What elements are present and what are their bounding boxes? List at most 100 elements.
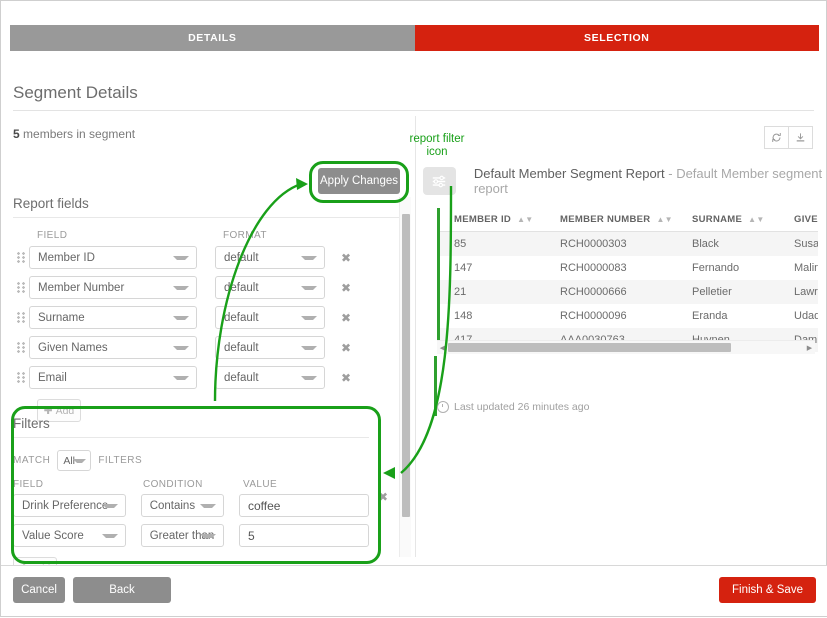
filter-field-select-1[interactable]: Value Score <box>13 524 126 547</box>
filter-value-input-1[interactable] <box>239 524 369 547</box>
back-label: Back <box>109 584 135 596</box>
drag-handle-icon[interactable] <box>13 309 29 327</box>
back-button[interactable]: Back <box>73 577 171 603</box>
drag-handle-icon[interactable] <box>13 339 29 357</box>
filters-title: Filters <box>13 416 50 431</box>
last-updated: Last updated 26 minutes ago <box>437 401 589 413</box>
chevron-down-icon <box>173 345 189 350</box>
format-select-4[interactable]: default <box>215 366 325 389</box>
format-select-1[interactable]: default <box>215 276 325 299</box>
filters-divider <box>13 437 369 438</box>
scroll-right-icon[interactable]: ▶ <box>804 344 815 352</box>
clock-icon <box>437 401 449 413</box>
cell-member-number: RCH0000666 <box>560 286 627 298</box>
last-updated-text: Last updated 26 minutes ago <box>454 401 590 413</box>
filters-column-headers: FIELD CONDITION VALUE <box>13 479 369 490</box>
filter-field-0-value: Drink Preference <box>22 499 109 512</box>
chevron-down-icon <box>101 533 118 538</box>
sort-icon: ▲▼ <box>656 214 673 224</box>
chevron-down-icon <box>173 255 189 260</box>
plus-icon: ✚ <box>43 404 53 417</box>
remove-field-icon[interactable]: ✖ <box>341 372 351 384</box>
column-header-given-names[interactable]: GIVEN NAMES▲▼ <box>780 208 818 232</box>
drag-handle-icon[interactable] <box>13 279 29 297</box>
cell-member-id: 147 <box>454 262 473 274</box>
refresh-icon[interactable] <box>764 126 789 149</box>
finish-save-button[interactable]: Finish & Save <box>719 577 816 603</box>
report-title-main: Default Member Segment Report <box>473 166 665 181</box>
report-field-row: Email default ✖ <box>13 366 401 389</box>
format-select-0-value: default <box>224 251 259 264</box>
cell-member-number: RCH0000303 <box>560 238 627 250</box>
remove-field-icon[interactable]: ✖ <box>341 252 351 264</box>
remove-field-icon[interactable]: ✖ <box>341 312 351 324</box>
cell-surname: Fernando <box>692 262 740 274</box>
table-row[interactable]: 147 RCH0000083 Fernando Malin m <box>440 256 818 280</box>
filter-col-condition: CONDITION <box>143 479 203 490</box>
table-horizontal-scrollbar[interactable]: ◀ ▶ <box>437 340 815 354</box>
cell-given-names: Lawrence <box>794 286 818 298</box>
report-field-row: Member Number default ✖ <box>13 276 401 299</box>
table-body: 85 RCH0000303 Black Susan su 147 RCH0000… <box>440 231 818 352</box>
cell-member-number: RCH0000096 <box>560 310 627 322</box>
table-row[interactable]: 148 RCH0000096 Eranda Udadeni er <box>440 304 818 328</box>
report-fields-divider <box>13 217 401 218</box>
table-row[interactable]: 85 RCH0000303 Black Susan su <box>440 231 818 256</box>
tab-selection-label: SELECTION <box>584 32 650 44</box>
drag-handle-icon[interactable] <box>13 369 29 387</box>
remove-filter-icon[interactable]: ✖ <box>378 490 388 504</box>
field-select-4[interactable]: Email <box>29 366 197 389</box>
scroll-left-icon[interactable]: ◀ <box>437 344 448 352</box>
report-fields-rows: Member ID default ✖ Member Number defaul… <box>13 246 401 389</box>
left-pane-scrollbar-thumb[interactable] <box>402 214 410 517</box>
application-window: DETAILS SELECTION Segment Details 5 memb… <box>0 0 827 617</box>
sort-icon: ▲▼ <box>517 214 534 224</box>
chevron-down-icon <box>301 255 317 260</box>
field-select-3[interactable]: Given Names <box>29 336 197 359</box>
format-select-3-value: default <box>224 341 259 354</box>
table-header-row: MEMBER ID ▲▼ MEMBER NUMBER ▲▼ SURNAME ▲▼ GI… <box>440 208 818 232</box>
column-header-member-id[interactable]: MEMBER ID ▲▼ <box>440 208 546 232</box>
field-select-0[interactable]: Member ID <box>29 246 197 269</box>
column-divider <box>415 116 416 557</box>
cancel-button[interactable]: Cancel <box>13 577 65 603</box>
filter-condition-select-1[interactable]: Greater than <box>140 524 224 547</box>
cell-surname: Black <box>692 238 719 250</box>
download-icon[interactable] <box>789 126 813 149</box>
chevron-down-icon <box>101 503 118 508</box>
column-header-surname[interactable]: SURNAME ▲▼ <box>678 208 780 232</box>
footer-bar: Cancel Back Finish & Save <box>1 565 827 616</box>
chevron-down-icon <box>173 285 189 290</box>
left-pane-scrollbar[interactable] <box>399 197 411 557</box>
report-field-row: Member ID default ✖ <box>13 246 401 269</box>
filter-value-input-0[interactable] <box>239 494 369 517</box>
remove-field-icon[interactable]: ✖ <box>341 342 351 354</box>
sort-icon: ▲▼ <box>748 214 765 224</box>
column-header-member-number[interactable]: MEMBER NUMBER ▲▼ <box>546 208 678 232</box>
sliders-filter-icon[interactable] <box>423 167 456 195</box>
apply-changes-button[interactable]: Apply Changes <box>318 168 400 194</box>
remove-field-icon[interactable]: ✖ <box>341 282 351 294</box>
filter-condition-select-0[interactable]: Contains <box>140 494 224 517</box>
field-select-2[interactable]: Surname <box>29 306 197 329</box>
table-horizontal-scrollbar-thumb[interactable] <box>448 343 731 352</box>
tab-details[interactable]: DETAILS <box>10 25 415 51</box>
tab-selection[interactable]: SELECTION <box>414 25 819 51</box>
chevron-down-icon <box>301 375 317 380</box>
filter-field-select-0[interactable]: Drink Preference <box>13 494 126 517</box>
report-field-row: Surname default ✖ <box>13 306 401 329</box>
field-select-1[interactable]: Member Number <box>29 276 197 299</box>
match-row: MATCH All FILTERS <box>13 450 369 471</box>
format-select-0[interactable]: default <box>215 246 325 269</box>
cell-given-names: Malin <box>794 262 818 274</box>
cell-member-number: RCH0000083 <box>560 262 627 274</box>
match-select[interactable]: All <box>57 450 92 471</box>
table-row[interactable]: 21 RCH0000666 Pelletier Lawrence la <box>440 280 818 304</box>
drag-handle-icon[interactable] <box>13 249 29 267</box>
cell-surname: Pelletier <box>692 286 732 298</box>
apply-changes-label: Apply Changes <box>320 175 398 187</box>
filter-col-value: VALUE <box>243 479 278 490</box>
format-select-3[interactable]: default <box>215 336 325 359</box>
format-select-2[interactable]: default <box>215 306 325 329</box>
cell-given-names: Susan <box>794 238 818 250</box>
